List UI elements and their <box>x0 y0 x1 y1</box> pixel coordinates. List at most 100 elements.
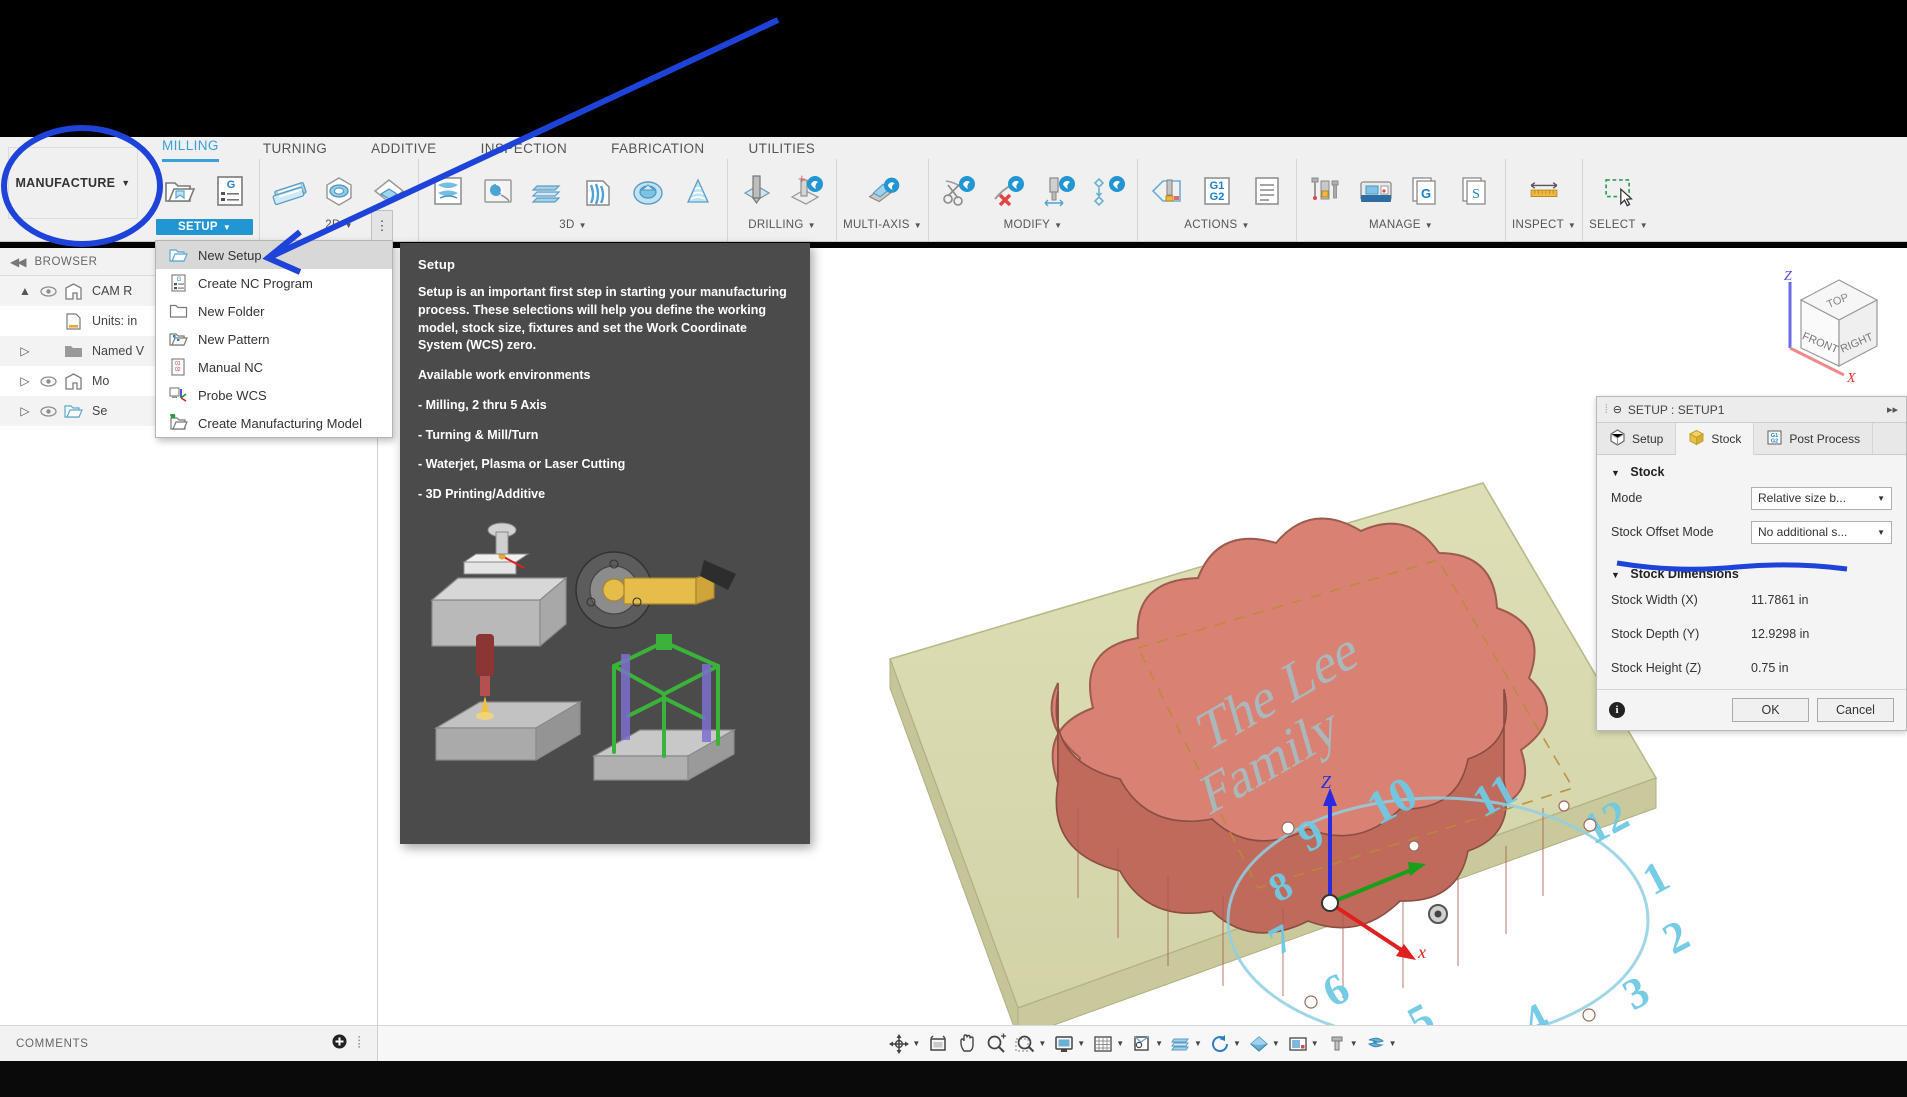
menu-overflow-icon[interactable]: ⋮ <box>371 210 393 240</box>
contour-icon[interactable] <box>575 165 621 217</box>
field-row-stock-depth: Stock Depth (Y) 12.9298 in <box>1597 617 1906 651</box>
panel-label-inspect[interactable]: INSPECT ▼ <box>1512 219 1576 231</box>
collapse-left-icon[interactable]: ◀◀ <box>10 255 27 269</box>
panel-label-2d[interactable]: 2D ▼ <box>325 219 353 231</box>
object-visibility-icon[interactable]: ▼ <box>1168 1029 1204 1059</box>
field-label-stock-height: Stock Height (Z) <box>1611 661 1702 675</box>
bore-icon[interactable]: + <box>784 165 830 217</box>
expander-icon[interactable]: ▷ <box>14 404 36 418</box>
zoom-window-icon[interactable]: ▼ <box>1012 1029 1048 1059</box>
tab-setup[interactable]: Setup <box>1597 423 1677 454</box>
panel-resize-handle[interactable]: ⦙ <box>357 1035 361 1053</box>
setup-sheet-icon[interactable] <box>1244 165 1290 217</box>
expand-right-icon[interactable]: ▸▸ <box>1887 403 1898 416</box>
measure-icon[interactable] <box>1521 165 1567 217</box>
cancel-button[interactable]: Cancel <box>1817 698 1894 722</box>
trim-icon[interactable] <box>935 165 981 217</box>
menu-item-new-pattern[interactable]: New Pattern <box>156 325 392 353</box>
clock-number-2: 2 <box>1655 910 1697 964</box>
display-settings-icon[interactable]: ▼ <box>1051 1029 1087 1059</box>
mode-dropdown[interactable]: Relative size b... ▼ <box>1751 486 1892 510</box>
expander-icon[interactable]: ▷ <box>14 344 36 358</box>
orbit-icon[interactable]: ▼ <box>886 1029 922 1059</box>
viewcube[interactable]: TOP FRONT RIGHT Z X <box>1759 258 1889 393</box>
spiral-icon[interactable] <box>675 165 721 217</box>
panel-label-3d[interactable]: 3D ▼ <box>559 219 587 231</box>
tab-stock[interactable]: Stock <box>1676 423 1755 455</box>
minimize-icon[interactable]: ⊖ <box>1613 403 1622 416</box>
drill-icon[interactable] <box>734 165 780 217</box>
add-comment-icon[interactable] <box>332 1034 347 1054</box>
svg-text:G: G <box>226 179 235 191</box>
tab-utilities[interactable]: UTILITIES <box>727 139 838 159</box>
expander-icon[interactable]: ▷ <box>14 374 36 388</box>
panel-label-actions[interactable]: ACTIONS ▼ <box>1184 219 1249 231</box>
section-header-stock[interactable]: ▼ Stock <box>1597 455 1906 481</box>
workspace-switcher-button[interactable]: MANUFACTURE ▼ <box>8 147 138 219</box>
screenshot-icon[interactable]: ▼ <box>1285 1029 1321 1059</box>
tool-change-icon[interactable] <box>1035 165 1081 217</box>
face-icon[interactable] <box>266 165 312 217</box>
transform-icon[interactable] <box>1085 165 1131 217</box>
menu-item-create-manufacturing-model[interactable]: Create Manufacturing Model <box>156 409 392 437</box>
simulate-icon[interactable] <box>1144 165 1190 217</box>
panel-label-select[interactable]: SELECT ▼ <box>1589 219 1648 231</box>
panel-label-manage[interactable]: MANAGE ▼ <box>1369 219 1433 231</box>
chevron-down-icon: ▼ <box>1310 1039 1319 1048</box>
panel-label-setup[interactable]: SETUP ▼ <box>156 219 254 235</box>
zoom-icon[interactable] <box>983 1029 1009 1059</box>
fit-icon[interactable] <box>925 1029 951 1059</box>
scallop-icon[interactable] <box>625 165 671 217</box>
adaptive-3d-icon[interactable] <box>425 165 471 217</box>
post-library-icon[interactable]: G <box>1403 165 1449 217</box>
ok-button[interactable]: OK <box>1732 698 1809 722</box>
drag-handle-icon[interactable]: ⦙ <box>1605 402 1608 417</box>
eye-icon[interactable] <box>36 375 60 387</box>
tab-additive[interactable]: ADDITIVE <box>349 139 458 159</box>
grid-snaps-icon[interactable]: ▼ <box>1090 1029 1126 1059</box>
panel-label-drilling[interactable]: DRILLING ▼ <box>748 219 816 231</box>
eye-icon[interactable] <box>36 285 60 297</box>
eye-icon[interactable] <box>36 405 60 417</box>
tab-inspection[interactable]: INSPECTION <box>459 139 590 159</box>
panel-label-multi-axis[interactable]: MULTI-AXIS ▼ <box>843 219 922 231</box>
chevron-down-icon: ▼ <box>578 221 587 230</box>
tab-fabrication[interactable]: FABRICATION <box>589 139 726 159</box>
template-library-icon[interactable]: S <box>1453 165 1499 217</box>
menu-item-manual-nc[interactable]: 01 02 Manual NC <box>156 353 392 381</box>
post-process-icon[interactable]: G1 G2 <box>1194 165 1240 217</box>
tool-visibility-icon[interactable]: ▼ <box>1324 1029 1360 1059</box>
info-icon[interactable]: i <box>1609 702 1625 718</box>
delete-tool-icon[interactable] <box>985 165 1031 217</box>
svg-text:S: S <box>1472 187 1480 202</box>
tab-post-process[interactable]: G1 G2 Post Process <box>1754 423 1874 454</box>
tab-milling[interactable]: MILLING <box>140 136 241 162</box>
visual-style-icon[interactable]: ▼ <box>1246 1029 1282 1059</box>
parallel-icon[interactable] <box>525 165 571 217</box>
tab-turning[interactable]: TURNING <box>241 139 349 159</box>
menu-item-new-setup[interactable]: New Setup <box>156 241 392 269</box>
axis-label-z: Z <box>1321 772 1332 792</box>
expander-icon[interactable]: ▲ <box>14 284 36 298</box>
menu-item-create-nc-program[interactable]: G Create NC Program <box>156 269 392 297</box>
menu-item-probe-wcs[interactable]: Probe WCS <box>156 381 392 409</box>
palette-header[interactable]: ⦙ ⊖ SETUP : SETUP1 ▸▸ <box>1597 397 1906 423</box>
select-window-icon[interactable] <box>1596 165 1642 217</box>
pocket-clearing-icon[interactable] <box>475 165 521 217</box>
tool-library-icon[interactable] <box>1303 165 1349 217</box>
menu-item-new-folder[interactable]: New Folder <box>156 297 392 325</box>
stock-offset-mode-dropdown[interactable]: No additional s... ▼ <box>1751 520 1892 544</box>
machine-visibility-icon[interactable]: ▼ <box>1363 1029 1399 1059</box>
new-setup-icon[interactable] <box>157 165 203 217</box>
refresh-icon[interactable]: ▼ <box>1207 1029 1243 1059</box>
panel-label-modify[interactable]: MODIFY ▼ <box>1004 219 1063 231</box>
adaptive-clearing-icon[interactable] <box>316 165 362 217</box>
swarf-icon[interactable] <box>860 165 906 217</box>
create-nc-program-icon[interactable]: G <box>207 165 253 217</box>
machine-library-icon[interactable] <box>1353 165 1399 217</box>
chevron-down-icon: ▼ <box>1241 221 1250 230</box>
viewports-icon[interactable]: ▼ <box>1129 1029 1165 1059</box>
section-header-stock-dimensions[interactable]: ▼ Stock Dimensions <box>1597 557 1906 583</box>
nc-program-icon: G <box>166 274 190 292</box>
pan-icon[interactable] <box>954 1029 980 1059</box>
